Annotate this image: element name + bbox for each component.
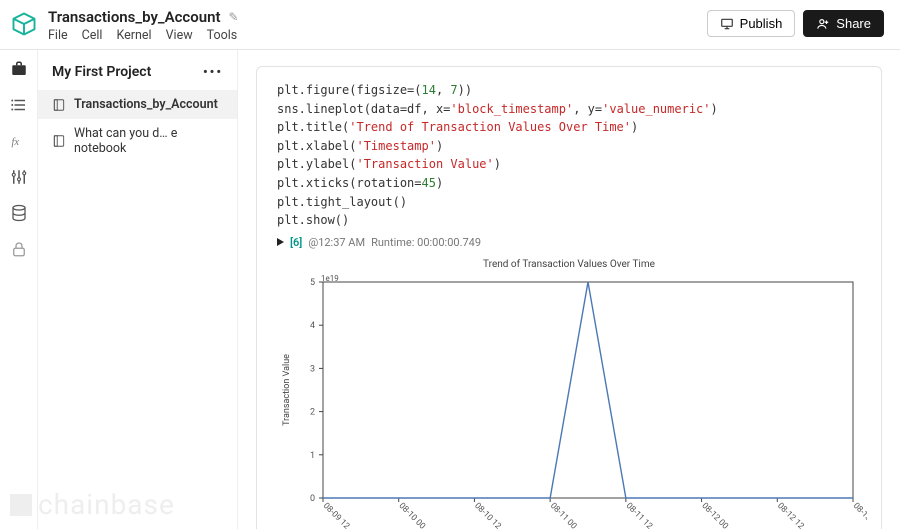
code-cell[interactable]: plt.figure(figsize=(14, 7)) sns.lineplot…: [256, 66, 882, 529]
topbar: Transactions_by_Account ✎ File Cell Kern…: [0, 0, 900, 50]
svg-text:5: 5: [310, 278, 315, 288]
svg-text:2: 2: [310, 407, 315, 417]
sidebar-item-0[interactable]: Transactions_by_Account: [38, 90, 237, 119]
svg-text:1: 1: [310, 451, 315, 461]
menu-view[interactable]: View: [166, 28, 193, 43]
share-button[interactable]: Share: [803, 10, 884, 37]
fx-icon[interactable]: fx: [10, 132, 28, 150]
svg-text:4: 4: [310, 321, 315, 331]
menu-kernel[interactable]: Kernel: [116, 28, 151, 43]
code-block[interactable]: plt.figure(figsize=(14, 7)) sns.lineplot…: [277, 81, 861, 230]
svg-text:Transaction Value: Transaction Value: [282, 354, 292, 426]
svg-text:08-10 00: 08-10 00: [397, 501, 428, 529]
svg-text:08-13 00: 08-13 00: [851, 501, 867, 529]
svg-text:08-12 12: 08-12 12: [775, 501, 806, 529]
menu-tools[interactable]: Tools: [207, 28, 238, 43]
lock-icon[interactable]: [10, 240, 28, 258]
sidebar-item-label: Transactions_by_Account: [74, 97, 218, 112]
notebook-title[interactable]: Transactions_by_Account: [48, 8, 221, 26]
svg-text:08-11 12: 08-11 12: [624, 501, 655, 529]
svg-text:08-09 12: 08-09 12: [321, 501, 352, 529]
cell-runtime: Runtime: 00:00:00.749: [371, 236, 481, 249]
left-rail: fx: [0, 50, 38, 529]
chart-output: Trend of Transaction Values Over Time 0 1…: [277, 259, 861, 529]
app-logo-icon: [10, 10, 38, 38]
project-menu-icon[interactable]: •••: [203, 65, 223, 80]
chart-title: Trend of Transaction Values Over Time: [277, 259, 861, 270]
svg-text:1e19: 1e19: [321, 274, 339, 283]
sidebar-item-label: What can you d… e notebook: [74, 126, 223, 156]
svg-text:0: 0: [310, 494, 315, 504]
notebook-icon: [52, 134, 66, 148]
menu-bar: File Cell Kernel View Tools: [48, 28, 707, 43]
publish-button[interactable]: Publish: [707, 10, 796, 37]
project-title: My First Project: [52, 64, 151, 80]
play-icon[interactable]: [277, 238, 284, 246]
sidebar-item-1[interactable]: What can you d… e notebook: [38, 119, 237, 163]
sidebar: My First Project ••• Transactions_by_Acc…: [38, 50, 238, 529]
svg-text:08-10 12: 08-10 12: [472, 501, 503, 529]
menu-cell[interactable]: Cell: [82, 28, 103, 43]
svg-text:3: 3: [310, 364, 315, 374]
svg-text:fx: fx: [11, 137, 19, 148]
notebook-icon: [52, 98, 66, 112]
menu-file[interactable]: File: [48, 28, 68, 43]
sliders-icon[interactable]: [10, 168, 28, 186]
cell-time: @12:37 AM: [308, 236, 365, 249]
svg-text:08-12 00: 08-12 00: [699, 501, 730, 529]
monitor-icon: [720, 17, 734, 31]
edit-title-icon[interactable]: ✎: [229, 10, 239, 24]
cell-index: [6]: [290, 236, 302, 249]
database-icon[interactable]: [10, 204, 28, 222]
briefcase-icon[interactable]: [10, 60, 28, 78]
line-chart: 0 1 2 3 4 5 1e19 08-09 12 08-10 00 08-10 12 08-11 …: [277, 272, 867, 529]
cell-status: [6] @12:37 AM Runtime: 00:00:00.749: [277, 236, 861, 249]
list-icon[interactable]: [10, 96, 28, 114]
user-plus-icon: [816, 17, 830, 31]
main-content: plt.figure(figsize=(14, 7)) sns.lineplot…: [238, 50, 900, 529]
svg-text:08-11 00: 08-11 00: [548, 501, 579, 529]
